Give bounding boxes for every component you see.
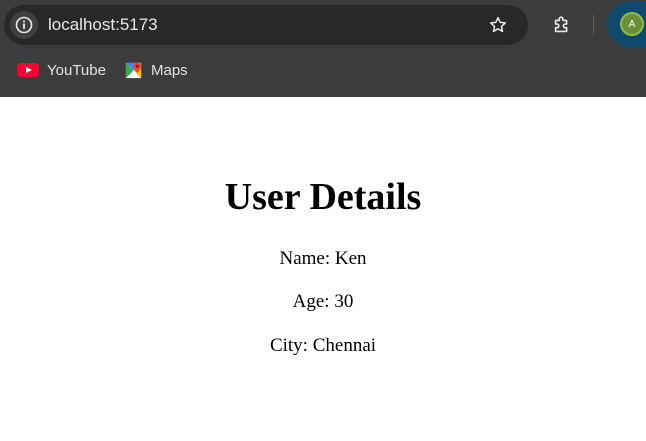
bookmark-label: YouTube xyxy=(47,61,106,79)
user-age: Age: 30 xyxy=(292,291,354,312)
site-info-button[interactable] xyxy=(10,11,38,39)
toolbar-divider xyxy=(593,15,594,35)
star-icon xyxy=(490,16,506,33)
page-title: User Details xyxy=(224,176,422,218)
bookmark-label: Maps xyxy=(151,61,188,79)
puzzle-icon xyxy=(554,16,568,33)
address-bar[interactable]: localhost:5173 xyxy=(4,5,528,45)
profile-button[interactable]: A xyxy=(607,1,646,47)
url-text[interactable]: localhost:5173 xyxy=(48,15,158,35)
extensions-button[interactable] xyxy=(549,12,575,38)
info-icon xyxy=(15,16,33,34)
avatar: A xyxy=(620,12,644,36)
bookmark-youtube[interactable]: YouTube xyxy=(17,58,106,82)
maps-icon xyxy=(124,61,143,80)
youtube-icon xyxy=(17,62,39,78)
page-content: User Details Name: Ken Age: 30 City: Che… xyxy=(0,97,646,441)
bookmark-star-button[interactable] xyxy=(487,14,509,36)
user-city: City: Chennai xyxy=(269,335,377,356)
browser-chrome: localhost:5173 A YouTube Maps xyxy=(0,0,646,97)
bookmark-maps[interactable]: Maps xyxy=(124,58,188,82)
user-name: Name: Ken xyxy=(279,248,367,269)
